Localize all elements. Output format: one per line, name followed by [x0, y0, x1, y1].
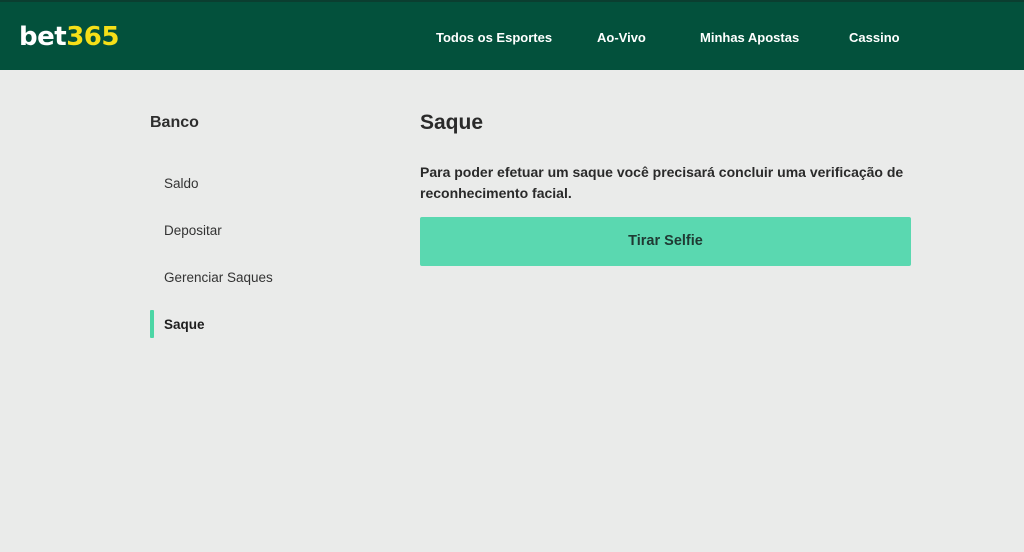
active-item-indicator	[150, 310, 154, 338]
verification-message: Para poder efetuar um saque você precisa…	[420, 164, 904, 201]
logo-text-365: 365	[66, 22, 119, 52]
nav-link-ao-vivo[interactable]: Ao-Vivo	[597, 30, 646, 46]
page-title: Saque	[420, 111, 484, 134]
sidebar-item-gerenciar-saques[interactable]: Gerenciar Saques	[164, 270, 273, 286]
sidebar-item-depositar[interactable]: Depositar	[164, 223, 222, 239]
sidebar-item-saldo[interactable]: Saldo	[164, 176, 199, 192]
nav-link-minhas-apostas[interactable]: Minhas Apostas	[700, 30, 799, 46]
bet365-logo[interactable]: bet365	[19, 22, 119, 52]
nav-link-cassino[interactable]: Cassino	[849, 30, 900, 46]
nav-link-todos-os-esportes[interactable]: Todos os Esportes	[436, 30, 552, 46]
sidebar-heading: Banco	[150, 114, 199, 131]
sidebar-item-saque[interactable]: Saque	[164, 317, 205, 333]
top-navigation-bar: bet365 Todos os Esportes Ao-Vivo Minhas …	[0, 0, 1024, 70]
logo-text-bet: bet	[19, 22, 67, 52]
take-selfie-button[interactable]: Tirar Selfie	[420, 217, 911, 266]
